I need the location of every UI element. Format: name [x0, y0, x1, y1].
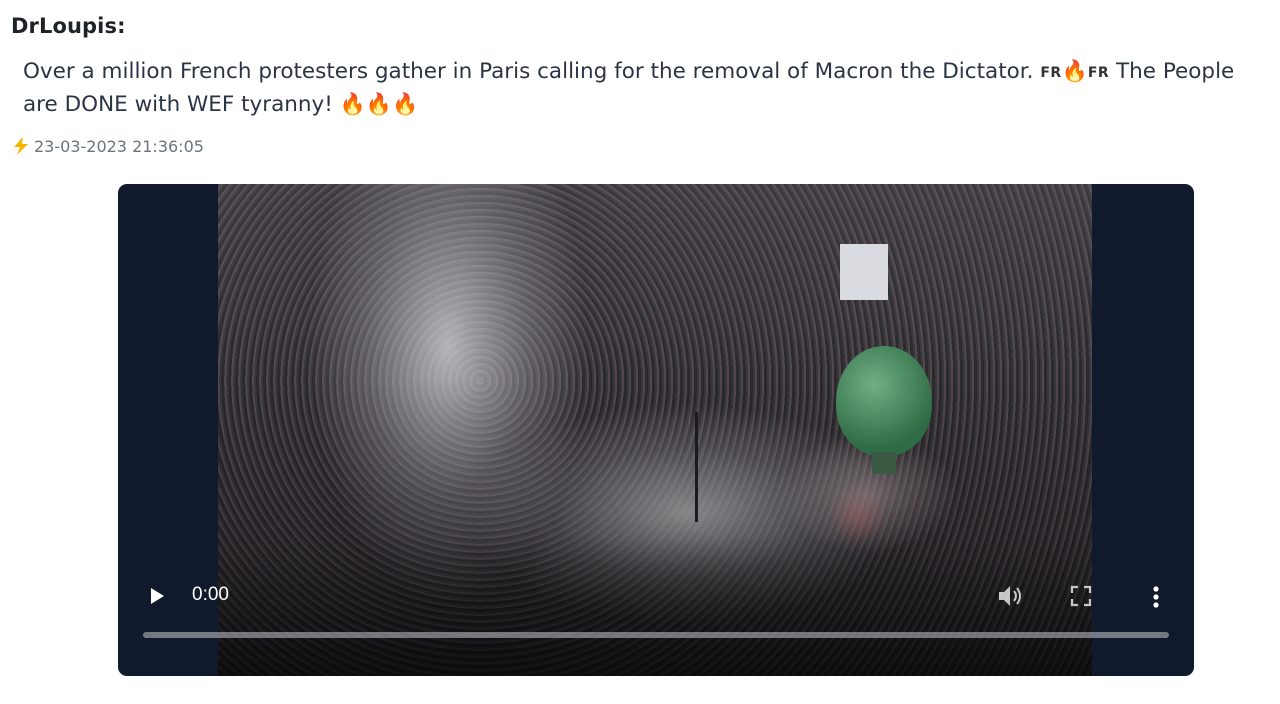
video-player[interactable]: 0:00: [118, 184, 1194, 676]
play-button[interactable]: [144, 584, 168, 608]
author-name[interactable]: DrLoupis:: [11, 14, 126, 38]
fire-emoji: 🔥: [1061, 59, 1088, 83]
video-truck-shape: [840, 244, 888, 300]
message-text-part1: Over a million French protesters gather …: [23, 59, 1034, 84]
post: DrLoupis: Over a million French proteste…: [0, 0, 1280, 704]
progress-bar[interactable]: [143, 632, 1169, 638]
post-meta: 23-03-2023 21:36:05: [11, 136, 204, 156]
video-balloon-neck: [872, 452, 896, 474]
video-lamppost-shape: [695, 412, 698, 522]
fullscreen-icon: [1070, 585, 1092, 607]
current-time: 0:00: [192, 584, 229, 605]
fire-emojis: 🔥🔥🔥: [339, 92, 419, 116]
post-timestamp: 23-03-2023 21:36:05: [34, 136, 204, 156]
volume-icon: [999, 586, 1021, 606]
fullscreen-button[interactable]: [1070, 585, 1092, 607]
more-options-icon: [1153, 586, 1159, 608]
flag-fr-label: FR: [1040, 65, 1062, 81]
more-options-button[interactable]: [1146, 583, 1166, 611]
volume-button[interactable]: [996, 583, 1024, 609]
lightning-bolt-icon: [11, 136, 31, 156]
flag-fr-label: FR: [1087, 65, 1110, 81]
video-balloon-shape: [836, 346, 932, 456]
play-icon: [151, 588, 164, 604]
video-controls: 0:00: [118, 556, 1194, 676]
post-message: Over a million French protesters gather …: [23, 56, 1268, 120]
